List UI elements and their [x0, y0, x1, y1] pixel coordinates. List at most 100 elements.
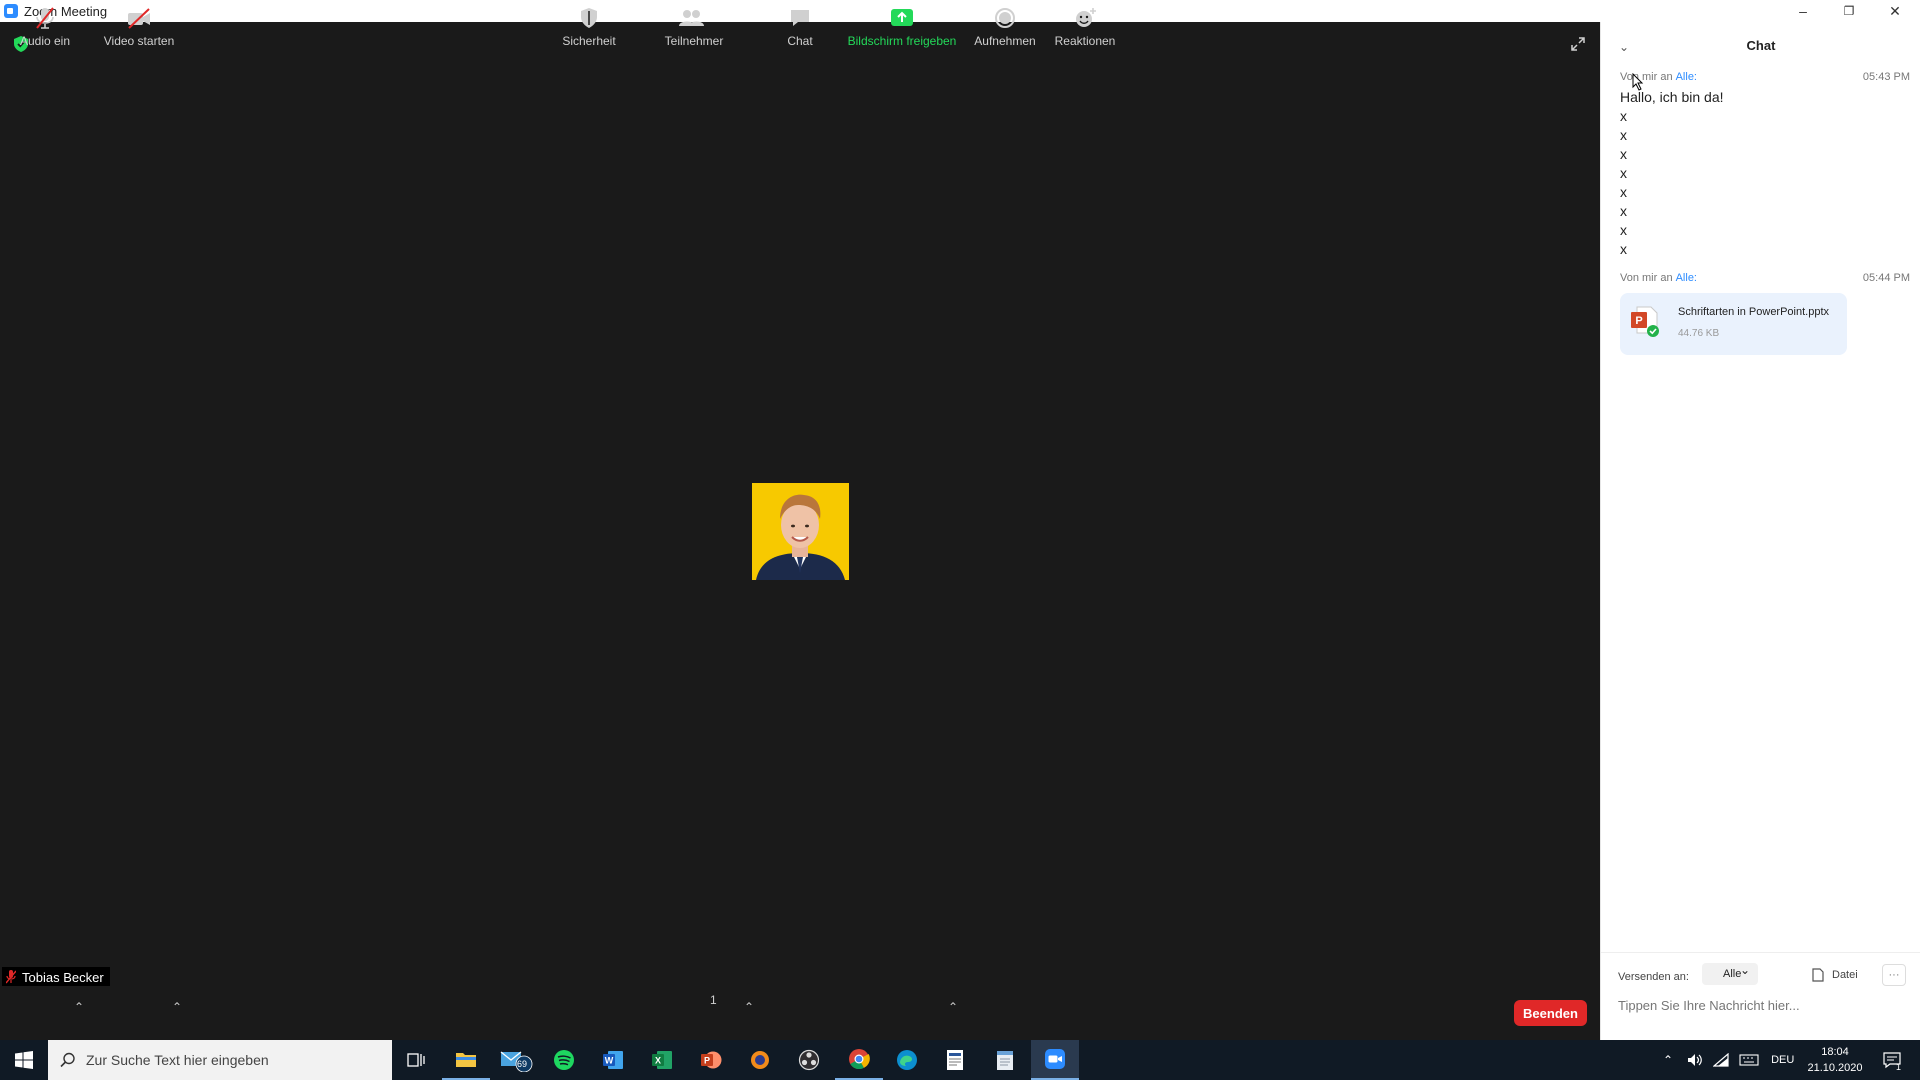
video-label: Video starten: [103, 34, 175, 48]
share-screen-button[interactable]: Bildschirm freigeben: [846, 0, 958, 54]
maximize-button[interactable]: ❐: [1826, 0, 1872, 22]
meeting-toolbar: [0, 986, 1600, 1040]
chat-message-text: x: [1620, 203, 1627, 219]
participant-nameplate: Tobias Becker: [2, 967, 110, 987]
notepad-taskbar-icon[interactable]: [981, 1040, 1029, 1080]
obs-taskbar-icon[interactable]: [785, 1040, 833, 1080]
video-options-caret[interactable]: ⌃: [172, 1000, 182, 1014]
fullscreen-icon[interactable]: [1571, 37, 1585, 51]
keyboard-icon[interactable]: [1739, 1053, 1759, 1067]
message-meta: Von mir an Alle: 05:44 PM: [1620, 272, 1910, 284]
share-screen-label: Bildschirm freigeben: [847, 34, 957, 48]
clock-time: 18:04: [1821, 1046, 1849, 1058]
wifi-icon[interactable]: [1713, 1053, 1729, 1067]
send-to-label: Versenden an:: [1618, 971, 1689, 983]
edge-icon: [897, 1050, 917, 1070]
chat-message-input[interactable]: [1618, 995, 1908, 1015]
app-taskbar-icon[interactable]: [736, 1040, 784, 1080]
share-screen-icon: [891, 9, 913, 26]
chat-title: Chat: [1746, 37, 1776, 53]
send-file-button[interactable]: Datei: [1812, 968, 1858, 982]
reactions-button[interactable]: Reaktionen: [1050, 0, 1120, 54]
spotify-icon: [554, 1050, 574, 1070]
reactions-smiley-icon: [1076, 8, 1096, 27]
record-button[interactable]: Aufnehmen: [970, 0, 1040, 54]
svg-text:P: P: [704, 1056, 710, 1066]
start-button[interactable]: [0, 1040, 48, 1080]
search-placeholder: Zur Suche Text hier eingeben: [86, 1052, 269, 1068]
edge-taskbar-icon[interactable]: [883, 1040, 931, 1080]
share-options-caret[interactable]: ⌃: [948, 1000, 958, 1014]
record-label: Aufnehmen: [974, 34, 1036, 48]
chevron-down-icon[interactable]: ⌄: [1619, 40, 1629, 54]
minimize-button[interactable]: –: [1780, 0, 1826, 22]
close-button[interactable]: ✕: [1872, 0, 1918, 22]
participants-label: Teilnehmer: [664, 34, 724, 48]
powerpoint-file-icon: P: [1631, 306, 1659, 337]
orange-app-icon: [751, 1051, 769, 1069]
chat-button[interactable]: Chat: [775, 0, 825, 54]
security-label: Sicherheit: [562, 34, 616, 48]
chat-bubble-icon: [791, 10, 809, 26]
more-options-button[interactable]: ···: [1882, 964, 1906, 986]
muted-mic-icon: [6, 970, 16, 984]
app-taskbar-icon[interactable]: [931, 1040, 979, 1080]
chrome-icon: [849, 1049, 870, 1070]
notifications-button[interactable]: 1: [1868, 1040, 1916, 1080]
chat-compose-area: Versenden an: Alle Datei ···: [1601, 952, 1920, 1040]
powerpoint-icon: P: [701, 1051, 722, 1069]
audio-options-caret[interactable]: ⌃: [74, 1000, 84, 1014]
windows-logo-icon: [15, 1051, 33, 1069]
participants-icon: [679, 10, 704, 26]
word-taskbar-icon[interactable]: W: [589, 1040, 637, 1080]
file-icon: [1812, 968, 1824, 982]
mail-taskbar-icon[interactable]: 69: [492, 1040, 540, 1080]
excel-taskbar-icon[interactable]: X: [638, 1040, 686, 1080]
chat-message-text: x: [1620, 165, 1627, 181]
taskbar-search-box[interactable]: Zur Suche Text hier eingeben: [48, 1040, 392, 1080]
video-button[interactable]: Video starten: [100, 0, 178, 54]
video-off-icon: [128, 8, 150, 29]
word-icon: W: [603, 1051, 623, 1069]
file-explorer-taskbar-icon[interactable]: [442, 1040, 490, 1080]
task-view-button[interactable]: [392, 1040, 440, 1080]
chat-message-text: x: [1620, 184, 1627, 200]
audio-button[interactable]: Audio ein: [14, 0, 76, 54]
chat-message-text: x: [1620, 222, 1627, 238]
svg-text:P: P: [1635, 315, 1642, 327]
system-clock[interactable]: 18:04 21.10.2020: [1805, 1044, 1865, 1076]
notification-count: 1: [1896, 1062, 1902, 1072]
svg-text:X: X: [655, 1056, 661, 1066]
file-name: Schriftarten in PowerPoint.pptx: [1678, 306, 1830, 318]
powerpoint-taskbar-icon[interactable]: P: [687, 1040, 735, 1080]
message-meta: Von mir an Alle: 05:43 PM: [1620, 71, 1910, 83]
windows-taskbar: Zur Suche Text hier eingeben 69 W X P ⌃ …: [0, 1040, 1920, 1080]
security-button[interactable]: Sicherheit: [556, 0, 622, 54]
spotify-taskbar-icon[interactable]: [540, 1040, 588, 1080]
speaker-icon[interactable]: [1687, 1053, 1703, 1067]
file-attachment-card[interactable]: P Schriftarten in PowerPoint.pptx 44.76 …: [1620, 293, 1847, 355]
end-meeting-button[interactable]: Beenden: [1514, 1000, 1587, 1026]
reactions-label: Reaktionen: [1054, 34, 1116, 48]
system-tray: ⌃ DEU: [1663, 1040, 1794, 1080]
svg-text:W: W: [605, 1056, 614, 1066]
message-time: 05:43 PM: [1862, 71, 1910, 83]
chat-message-text: x: [1620, 146, 1627, 162]
recipient-link[interactable]: Alle:: [1676, 272, 1697, 284]
input-language[interactable]: DEU: [1771, 1054, 1794, 1066]
send-file-label: Datei: [1832, 969, 1858, 981]
folder-icon: [456, 1053, 476, 1067]
show-hidden-icons-icon[interactable]: ⌃: [1663, 1053, 1673, 1067]
participants-options-caret[interactable]: ⌃: [744, 1000, 754, 1014]
obs-icon: [798, 1049, 820, 1071]
recipient-select[interactable]: Alle: [1702, 963, 1758, 985]
recipient-link[interactable]: Alle:: [1676, 71, 1697, 83]
zoom-icon: [1045, 1049, 1065, 1069]
record-icon: [995, 8, 1015, 28]
zoom-taskbar-icon[interactable]: [1031, 1040, 1079, 1080]
participants-button[interactable]: Teilnehmer: [658, 0, 730, 54]
chat-message-text: x: [1620, 108, 1627, 124]
chrome-taskbar-icon[interactable]: [835, 1040, 883, 1080]
file-size: 44.76 KB: [1678, 328, 1720, 339]
audio-label: Audio ein: [19, 34, 71, 48]
